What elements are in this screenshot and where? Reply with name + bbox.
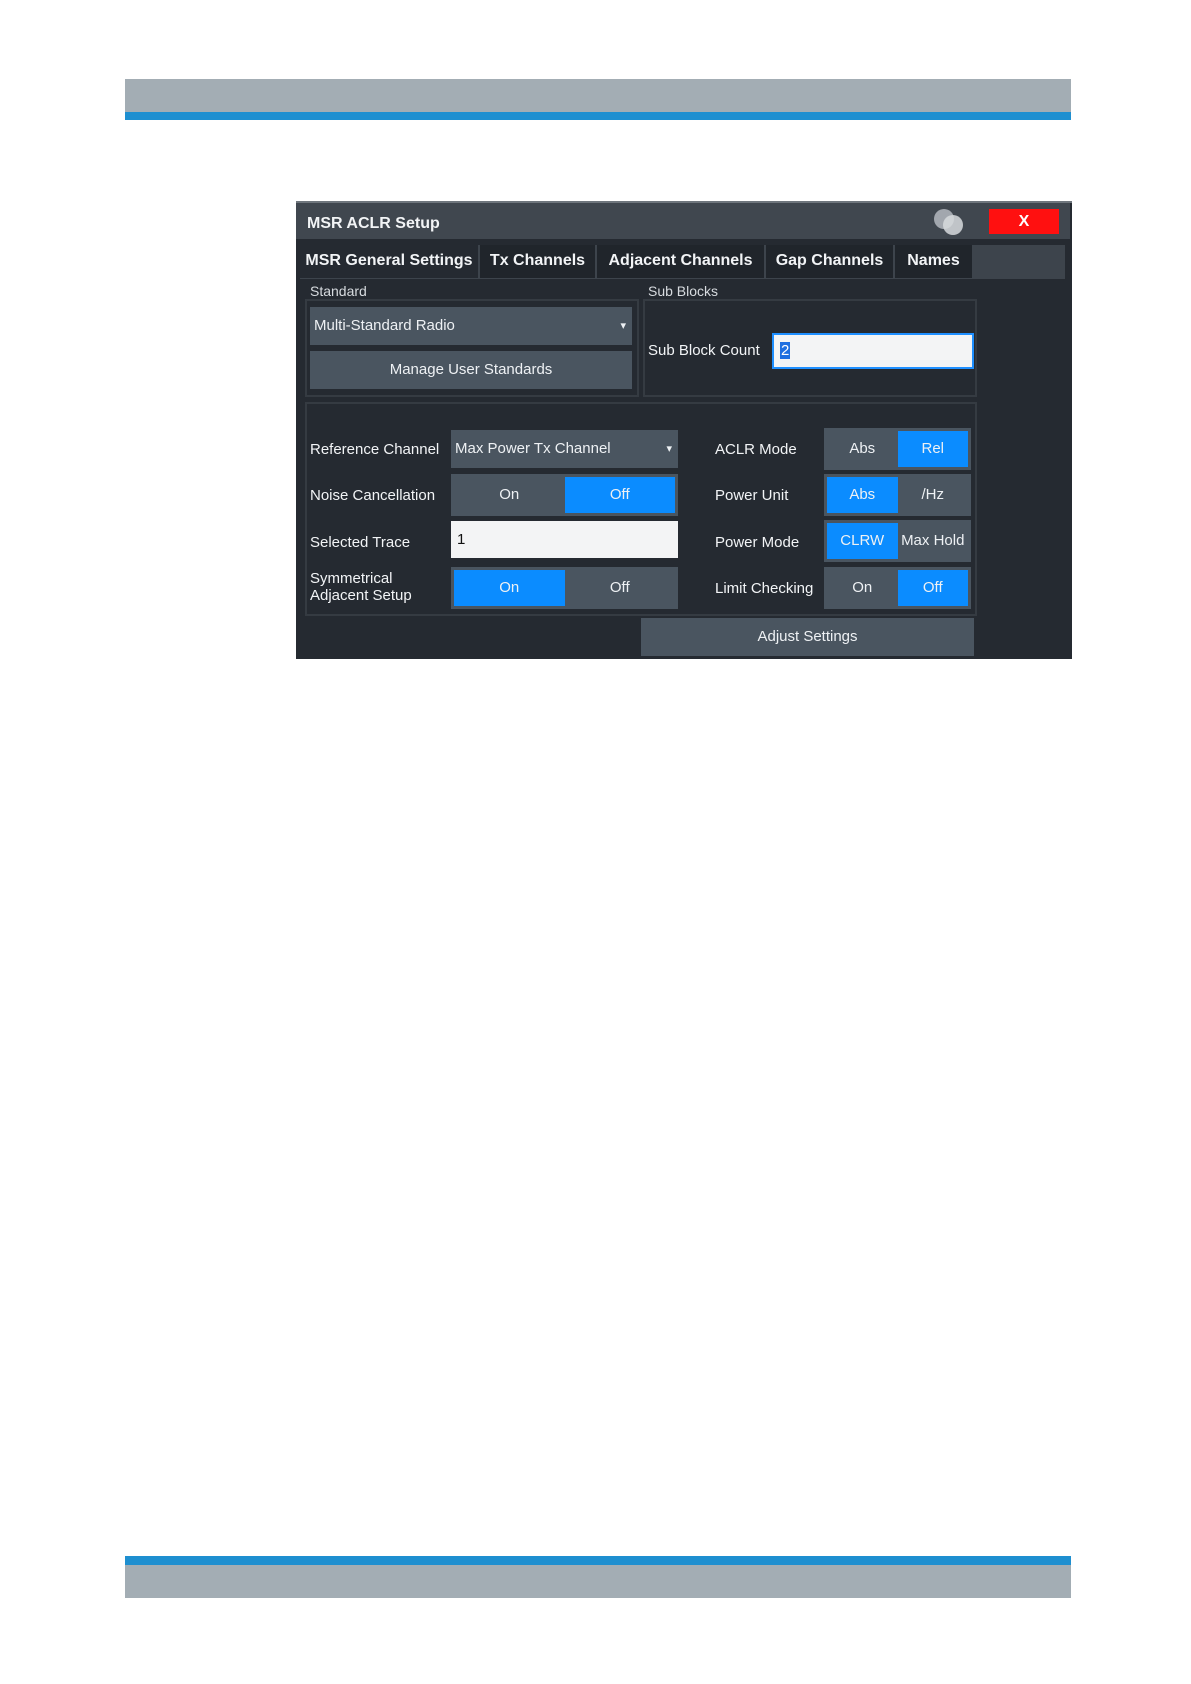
power-unit-label: Power Unit (715, 487, 789, 504)
page-header-band (125, 79, 1071, 120)
noise-cancellation-toggle: On Off (451, 474, 678, 516)
standard-dropdown[interactable]: Multi-Standard Radio ▾ (310, 307, 632, 345)
msr-aclr-setup-dialog: MSR ACLR Setup X MSR General Settings Tx… (296, 201, 1072, 659)
window-overlap-icon[interactable] (934, 209, 968, 235)
power-unit-hz-option[interactable]: /Hz (898, 477, 969, 513)
manage-user-standards-button[interactable]: Manage User Standards (310, 351, 632, 389)
selected-trace-input[interactable]: 1 (451, 521, 678, 558)
tab-names[interactable]: Names (895, 245, 974, 278)
tab-adjacent-channels[interactable]: Adjacent Channels (597, 245, 766, 278)
aclr-mode-rel-option[interactable]: Rel (897, 431, 968, 467)
aclr-mode-label: ACLR Mode (715, 441, 797, 458)
dropdown-arrow-icon: ▾ (666, 443, 672, 455)
standard-group-label: Standard (310, 283, 367, 299)
symmetrical-label-line1: Symmetrical (310, 570, 393, 587)
noise-cancellation-off-option[interactable]: Off (564, 477, 675, 513)
selected-trace-value: 1 (457, 531, 466, 548)
reference-channel-dropdown[interactable]: Max Power Tx Channel ▾ (451, 430, 678, 468)
sub-block-count-value: 2 (780, 342, 791, 359)
aclr-mode-toggle: Abs Rel (824, 428, 971, 470)
power-mode-label: Power Mode (715, 534, 800, 551)
tab-gap-channels[interactable]: Gap Channels (766, 245, 895, 278)
power-mode-max-hold-option[interactable]: Max Hold (898, 523, 969, 559)
reference-channel-label: Reference Channel (310, 441, 440, 458)
power-unit-abs-option[interactable]: Abs (827, 477, 898, 513)
sub-block-count-input[interactable]: 2 (772, 333, 974, 369)
close-button[interactable]: X (989, 209, 1059, 234)
symmetrical-adjacent-toggle: On Off (451, 567, 678, 609)
page-footer-band (125, 1556, 1071, 1598)
aclr-mode-abs-option[interactable]: Abs (827, 431, 898, 467)
power-mode-toggle: CLRW Max Hold (824, 520, 971, 562)
limit-checking-off-option[interactable]: Off (897, 570, 968, 606)
symmetrical-on-option[interactable]: On (454, 570, 565, 606)
limit-checking-label: Limit Checking (715, 580, 814, 597)
limit-checking-toggle: On Off (824, 567, 971, 609)
symmetrical-adjacent-setup-label: Symmetrical Adjacent Setup (310, 570, 412, 604)
standard-dropdown-value: Multi-Standard Radio (314, 317, 455, 334)
sub-block-count-label: Sub Block Count (648, 342, 760, 359)
dialog-titlebar: MSR ACLR Setup X (296, 203, 1070, 239)
tab-tx-channels[interactable]: Tx Channels (480, 245, 597, 278)
limit-checking-on-option[interactable]: On (827, 570, 898, 606)
power-unit-toggle: Abs /Hz (824, 474, 971, 516)
dropdown-arrow-icon: ▾ (620, 320, 626, 332)
adjust-settings-button[interactable]: Adjust Settings (641, 618, 974, 656)
tab-msr-general-settings[interactable]: MSR General Settings (300, 245, 480, 278)
dialog-title: MSR ACLR Setup (307, 215, 440, 232)
sub-blocks-group-label: Sub Blocks (648, 283, 719, 299)
noise-cancellation-label: Noise Cancellation (310, 487, 436, 504)
power-mode-clrw-option[interactable]: CLRW (827, 523, 898, 559)
selected-trace-label: Selected Trace (310, 534, 411, 551)
symmetrical-label-line2: Adjacent Setup (310, 587, 412, 604)
noise-cancellation-on-option[interactable]: On (454, 477, 565, 513)
tab-bar: MSR General Settings Tx Channels Adjacen… (300, 245, 1065, 279)
symmetrical-off-option[interactable]: Off (565, 570, 676, 606)
reference-channel-value: Max Power Tx Channel (455, 440, 611, 457)
